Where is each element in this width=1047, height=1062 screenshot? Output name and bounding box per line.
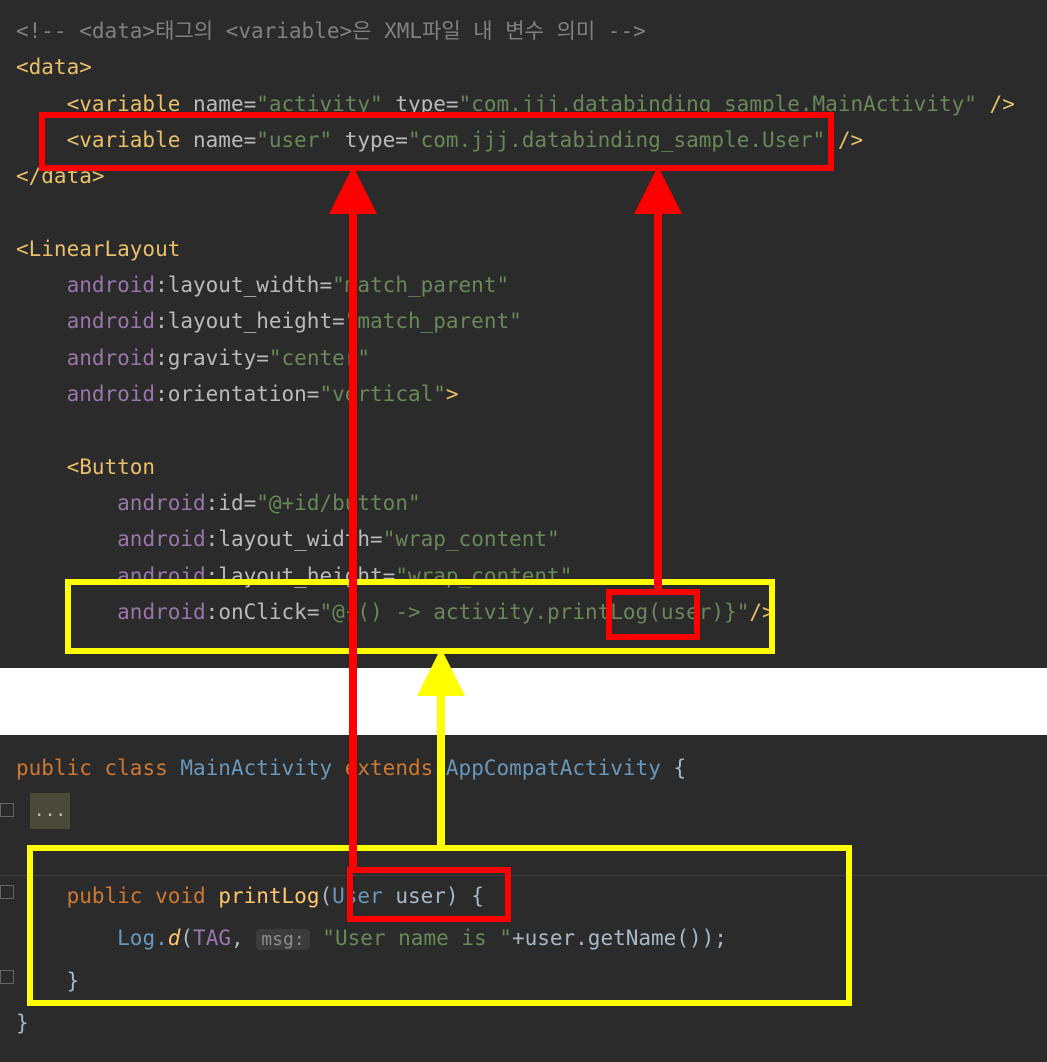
annotation-overlay <box>27 112 852 1006</box>
highlight-user-parameter-box <box>347 867 511 922</box>
highlight-user-argument-box <box>606 589 700 640</box>
highlight-user-variable-box <box>39 112 834 171</box>
